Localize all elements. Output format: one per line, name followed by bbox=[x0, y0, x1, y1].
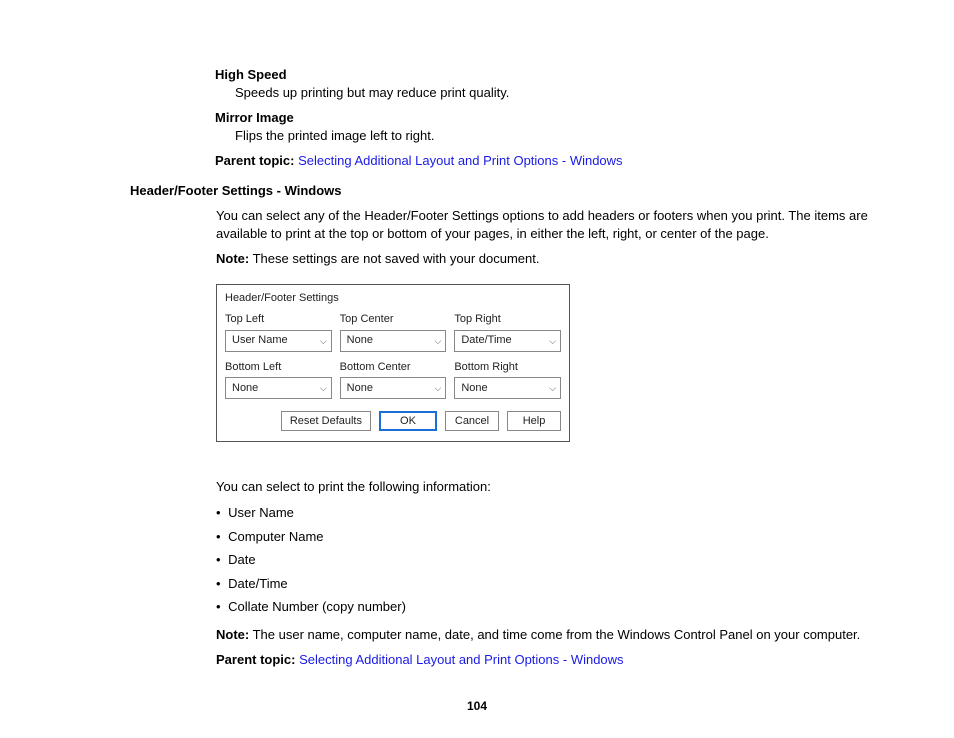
term-high-speed: High Speed bbox=[215, 66, 914, 84]
select-top-left[interactable]: User Name ⌵ bbox=[225, 330, 332, 352]
parent-topic-label: Parent topic: bbox=[215, 153, 294, 168]
select-top-right[interactable]: Date/Time ⌵ bbox=[454, 330, 561, 352]
label-top-center: Top Center bbox=[340, 312, 447, 327]
select-bottom-right[interactable]: None ⌵ bbox=[454, 377, 561, 399]
page-number: 104 bbox=[0, 698, 954, 714]
list-intro: You can select to print the following in… bbox=[216, 478, 874, 496]
label-bottom-left: Bottom Left bbox=[225, 360, 332, 375]
label-top-right: Top Right bbox=[454, 312, 561, 327]
reset-defaults-button[interactable]: Reset Defaults bbox=[281, 411, 371, 431]
chevron-down-icon: ⌵ bbox=[435, 335, 442, 347]
ok-button[interactable]: OK bbox=[379, 411, 437, 431]
definition-mirror-image: Flips the printed image left to right. bbox=[235, 127, 914, 145]
section-intro: You can select any of the Header/Footer … bbox=[216, 207, 874, 242]
list-item: Collate Number (copy number) bbox=[216, 598, 914, 616]
label-top-left: Top Left bbox=[225, 312, 332, 327]
select-bottom-center[interactable]: None ⌵ bbox=[340, 377, 447, 399]
note-1: Note: These settings are not saved with … bbox=[216, 250, 874, 268]
list-item: Date/Time bbox=[216, 575, 914, 593]
info-list: User Name Computer Name Date Date/Time C… bbox=[216, 504, 914, 616]
chevron-down-icon: ⌵ bbox=[320, 335, 327, 347]
parent-topic-top: Parent topic: Selecting Additional Layou… bbox=[215, 152, 914, 170]
definition-high-speed: Speeds up printing but may reduce print … bbox=[235, 84, 914, 102]
chevron-down-icon: ⌵ bbox=[549, 382, 556, 394]
note-2: Note: The user name, computer name, date… bbox=[216, 626, 874, 644]
header-footer-dialog: Header/Footer Settings Top Left User Nam… bbox=[216, 284, 570, 443]
parent-topic-bottom: Parent topic: Selecting Additional Layou… bbox=[216, 651, 874, 669]
section-heading: Header/Footer Settings - Windows bbox=[130, 182, 914, 200]
help-button[interactable]: Help bbox=[507, 411, 561, 431]
chevron-down-icon: ⌵ bbox=[435, 382, 442, 394]
label-bottom-center: Bottom Center bbox=[340, 360, 447, 375]
list-item: Computer Name bbox=[216, 528, 914, 546]
list-item: Date bbox=[216, 551, 914, 569]
chevron-down-icon: ⌵ bbox=[320, 382, 327, 394]
parent-topic-label: Parent topic: bbox=[216, 652, 295, 667]
term-mirror-image: Mirror Image bbox=[215, 109, 914, 127]
parent-topic-link[interactable]: Selecting Additional Layout and Print Op… bbox=[299, 652, 623, 667]
select-bottom-left[interactable]: None ⌵ bbox=[225, 377, 332, 399]
label-bottom-right: Bottom Right bbox=[454, 360, 561, 375]
dialog-title: Header/Footer Settings bbox=[217, 285, 569, 310]
chevron-down-icon: ⌵ bbox=[549, 335, 556, 347]
parent-topic-link[interactable]: Selecting Additional Layout and Print Op… bbox=[298, 153, 622, 168]
select-top-center[interactable]: None ⌵ bbox=[340, 330, 447, 352]
cancel-button[interactable]: Cancel bbox=[445, 411, 499, 431]
list-item: User Name bbox=[216, 504, 914, 522]
